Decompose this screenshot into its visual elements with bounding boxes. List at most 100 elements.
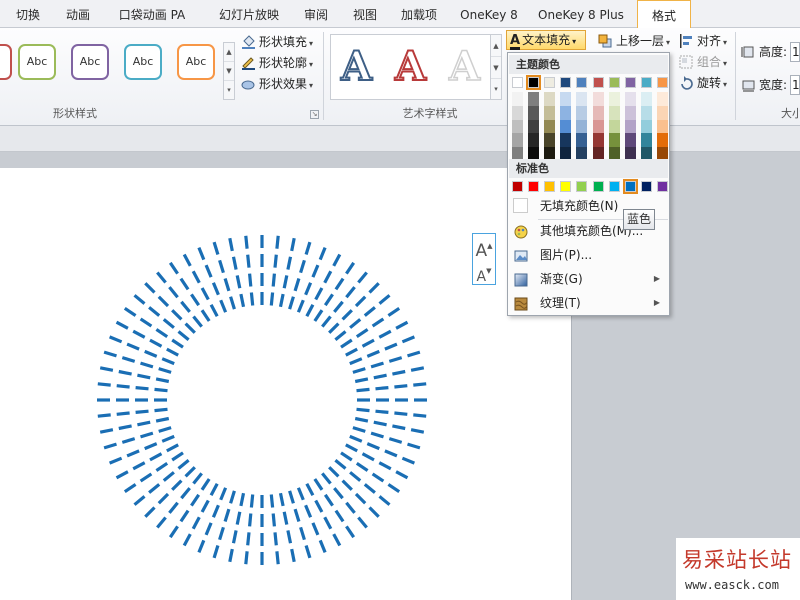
wordart-gallery-scroll[interactable]: ▲ ▼ ▾ [490,34,502,100]
theme-shade-swatch[interactable] [624,119,636,134]
theme-shade-swatch[interactable] [560,133,572,148]
theme-color-swatch[interactable] [544,77,556,88]
theme-shade-swatch[interactable] [640,105,652,120]
standard-color-swatch[interactable] [544,181,556,192]
theme-shade-swatch[interactable] [544,105,556,120]
theme-shade-swatch[interactable] [560,105,572,120]
tab-view[interactable]: 视图 [345,0,385,28]
standard-color-swatch[interactable] [640,181,652,192]
shape-style-preset[interactable]: Abc [124,44,162,80]
theme-shade-swatch[interactable] [608,105,620,120]
shape-style-preset[interactable] [0,44,12,80]
picture-fill-item[interactable]: 图片(P)... [509,244,668,266]
theme-color-swatch[interactable] [640,77,652,88]
theme-shade-swatch[interactable] [624,92,636,106]
standard-color-swatch[interactable] [560,181,572,192]
theme-shade-swatch[interactable] [640,133,652,148]
theme-shade-swatch[interactable] [624,133,636,148]
tab-slideshow[interactable]: 幻灯片放映 [213,0,285,28]
theme-color-swatch[interactable] [592,77,604,88]
shrink-font-button[interactable]: A▼ [473,259,495,285]
gallery-down-icon[interactable]: ▼ [224,62,234,81]
width-input[interactable]: 1 [790,75,800,95]
theme-color-swatch[interactable] [608,77,620,88]
texture-fill-item[interactable]: 纹理(T) ▶ [509,292,668,314]
gallery-up-icon[interactable]: ▲ [224,43,234,62]
theme-shade-swatch[interactable] [656,105,668,120]
text-fill-button[interactable]: A 文本填充 ▾ [506,30,586,50]
standard-color-swatch[interactable] [528,181,540,192]
shape-effects-button[interactable]: 形状效果 ▾ [241,74,313,94]
wordart-style-gallery[interactable]: A A A [330,34,502,100]
theme-shade-swatch[interactable] [624,105,636,120]
gallery-down-icon[interactable]: ▼ [491,57,501,79]
gallery-more-icon[interactable]: ▾ [491,79,501,99]
theme-shade-swatch[interactable] [608,119,620,134]
theme-shade-swatch[interactable] [560,119,572,134]
standard-color-swatch[interactable] [656,181,668,192]
shape-style-gallery-scroll[interactable]: ▲ ▼ ▾ [223,42,235,100]
theme-shade-swatch[interactable] [656,133,668,148]
theme-shade-swatch[interactable] [592,119,604,134]
theme-shade-swatch[interactable] [576,92,588,106]
theme-shade-swatch[interactable] [592,133,604,148]
theme-shade-swatch[interactable] [528,119,540,134]
theme-shade-swatch[interactable] [576,119,588,134]
standard-color-swatch[interactable] [512,181,523,192]
shape-style-preset[interactable]: Abc [177,44,215,80]
standard-color-swatch[interactable] [592,181,604,192]
theme-shade-swatch[interactable] [656,119,668,134]
theme-shade-swatch[interactable] [528,105,540,120]
standard-color-swatch[interactable] [608,181,620,192]
standard-color-swatch[interactable] [622,179,638,194]
theme-shade-swatch[interactable] [592,92,604,106]
align-button[interactable]: 对齐 ▾ [679,31,727,51]
tab-pocket-animation[interactable]: 口袋动画 PA [110,0,194,28]
theme-color-swatch[interactable] [560,77,572,88]
wordart-preset[interactable]: A [340,44,373,90]
theme-shade-swatch[interactable] [560,92,572,106]
theme-shade-swatch[interactable] [512,133,523,148]
shape-fill-button[interactable]: 形状填充 ▾ [241,32,313,52]
theme-color-swatch[interactable] [576,77,588,88]
rotate-button[interactable]: 旋转 ▾ [679,73,727,93]
tab-animations[interactable]: 动画 [58,0,98,28]
standard-color-swatch[interactable] [576,181,588,192]
theme-shade-swatch[interactable] [544,133,556,148]
theme-shade-swatch[interactable] [528,133,540,148]
gallery-up-icon[interactable]: ▲ [491,35,501,57]
shape-style-preset[interactable]: Abc [18,44,56,80]
theme-shade-swatch[interactable] [608,133,620,148]
theme-shade-swatch[interactable] [512,92,523,106]
theme-shade-swatch[interactable] [512,119,523,134]
theme-shade-swatch[interactable] [544,119,556,134]
tab-onekey8[interactable]: OneKey 8 [453,0,525,28]
theme-shade-swatch[interactable] [512,105,523,120]
theme-color-swatch[interactable] [526,75,542,90]
tab-review[interactable]: 审阅 [296,0,336,28]
tab-addins[interactable]: 加载项 [394,0,444,28]
theme-shade-swatch[interactable] [576,133,588,148]
wordart-preset[interactable]: A [448,44,481,90]
theme-shade-swatch[interactable] [608,92,620,106]
theme-shade-swatch[interactable] [640,119,652,134]
theme-color-swatch[interactable] [656,77,668,88]
theme-shade-swatch[interactable] [592,105,604,120]
gallery-more-icon[interactable]: ▾ [224,81,234,100]
grow-font-button[interactable]: A▲ [473,234,495,261]
wordart-preset[interactable]: A [394,44,427,90]
dialog-launcher-icon[interactable]: ↘ [310,110,319,119]
theme-shade-swatch[interactable] [576,105,588,120]
theme-shade-swatch[interactable] [656,92,668,106]
group-objects-button[interactable]: 组合 ▾ [679,52,727,72]
theme-shade-swatch[interactable] [544,92,556,106]
tab-format[interactable]: 格式 [637,0,691,29]
tab-transitions[interactable]: 切换 [8,0,48,28]
shape-outline-button[interactable]: 形状轮廓 ▾ [241,53,313,73]
tab-onekey8-plus[interactable]: OneKey 8 Plus [533,0,629,28]
theme-shade-swatch[interactable] [640,92,652,106]
shape-style-preset[interactable]: Abc [71,44,109,80]
theme-color-swatch[interactable] [512,77,523,88]
height-input[interactable]: 1 [790,42,800,62]
bring-forward-button[interactable]: 上移一层 ▾ [598,31,670,51]
